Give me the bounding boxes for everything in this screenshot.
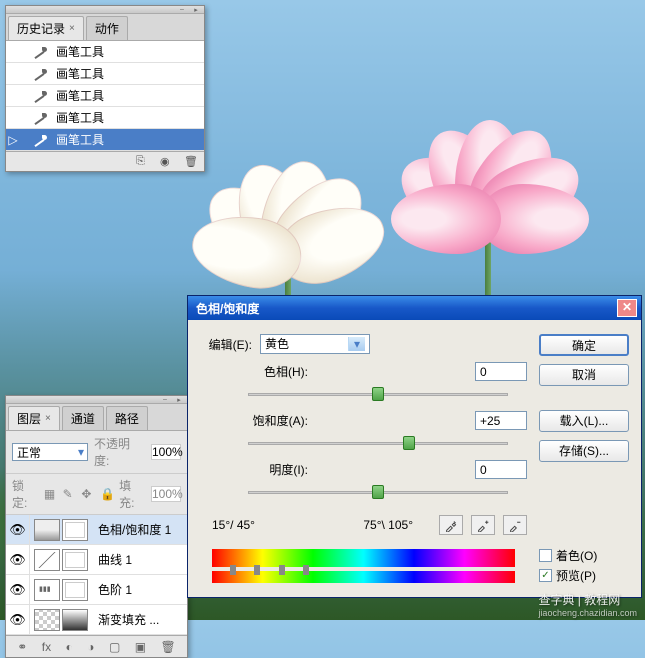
saturation-input[interactable] bbox=[475, 411, 527, 430]
lightness-slider[interactable] bbox=[248, 483, 508, 503]
panel-titlebar[interactable]: – ▸ bbox=[6, 6, 204, 14]
cancel-button[interactable]: 取消 bbox=[539, 364, 629, 386]
hue-spectrum-lower[interactable] bbox=[212, 571, 515, 583]
tab-paths[interactable]: 路径 bbox=[106, 406, 148, 430]
load-button[interactable]: 载入(L)... bbox=[539, 410, 629, 432]
dialog-titlebar[interactable]: 色相/饱和度 ✕ bbox=[188, 296, 641, 320]
fill-label: 填充: bbox=[119, 477, 146, 511]
expand-icon[interactable]: ▸ bbox=[173, 396, 185, 403]
colorize-checkbox[interactable] bbox=[539, 549, 552, 562]
eyedropper-plus-icon[interactable] bbox=[471, 515, 495, 535]
history-item[interactable]: 画笔工具 bbox=[6, 63, 204, 85]
ok-button[interactable]: 确定 bbox=[539, 334, 629, 356]
mask-thumbnail[interactable] bbox=[62, 519, 88, 541]
pink-lotus bbox=[390, 100, 570, 250]
link-icon[interactable]: ⚭ bbox=[17, 640, 27, 654]
blend-mode-select[interactable]: 正常 bbox=[12, 443, 88, 461]
lightness-input[interactable] bbox=[475, 460, 527, 479]
layers-panel: – ▸ 图层× 通道 路径 正常 不透明度: 100% 锁定: ▦ ✎ ✥ 🔒 … bbox=[5, 395, 188, 658]
fill-input[interactable]: 100% bbox=[151, 486, 181, 502]
edit-label: 编辑(E): bbox=[200, 336, 260, 353]
hue-slider[interactable] bbox=[248, 385, 508, 405]
layer-row[interactable]: 👁 色相/饱和度 1 bbox=[6, 515, 187, 545]
tab-channels[interactable]: 通道 bbox=[62, 406, 104, 430]
panel-titlebar[interactable]: – ▸ bbox=[6, 396, 187, 404]
snapshot-icon[interactable]: ⎘ bbox=[136, 155, 150, 169]
close-button[interactable]: ✕ bbox=[617, 299, 637, 317]
angle-range-2: 75°\ 105° bbox=[363, 518, 413, 532]
history-item-current[interactable]: ▷画笔工具 bbox=[6, 129, 204, 151]
watermark: 查字典 | 教程网 jiaocheng.chazidian.com bbox=[538, 591, 637, 618]
layer-name: 色相/饱和度 1 bbox=[92, 521, 187, 538]
opacity-label: 不透明度: bbox=[94, 435, 145, 469]
brush-icon bbox=[32, 88, 48, 104]
edit-select[interactable]: 黄色 bbox=[260, 334, 370, 354]
angle-range-1: 15°/ 45° bbox=[212, 518, 255, 532]
lock-pixels-icon[interactable]: ▦ bbox=[44, 487, 58, 501]
new-layer-icon[interactable]: ▣ bbox=[135, 640, 146, 654]
white-lotus bbox=[200, 140, 380, 290]
hue-saturation-dialog: 色相/饱和度 ✕ 编辑(E): 黄色 色相(H): 饱和度(A): 明度(I): bbox=[187, 295, 642, 598]
eyedropper-minus-icon[interactable] bbox=[503, 515, 527, 535]
mask-thumbnail[interactable] bbox=[62, 549, 88, 571]
current-marker-icon: ▷ bbox=[8, 133, 18, 147]
expand-icon[interactable]: ▸ bbox=[190, 6, 202, 13]
close-icon[interactable]: × bbox=[69, 23, 75, 34]
lightness-label: 明度(I): bbox=[200, 461, 320, 478]
hue-label: 色相(H): bbox=[200, 363, 320, 380]
history-item[interactable]: 画笔工具 bbox=[6, 41, 204, 63]
minimize-icon[interactable]: – bbox=[159, 396, 171, 403]
history-item[interactable]: 画笔工具 bbox=[6, 107, 204, 129]
layer-name: 曲线 1 bbox=[92, 551, 187, 568]
hue-input[interactable] bbox=[475, 362, 527, 381]
layer-thumbnail[interactable] bbox=[34, 579, 60, 601]
lock-label: 锁定: bbox=[12, 477, 39, 511]
mask-thumbnail[interactable] bbox=[62, 579, 88, 601]
history-panel: – ▸ 历史记录× 动作 画笔工具 画笔工具 画笔工具 画笔工具 ▷画笔工具 ⎘… bbox=[5, 5, 205, 172]
close-icon[interactable]: × bbox=[45, 413, 51, 424]
history-item[interactable]: 画笔工具 bbox=[6, 85, 204, 107]
eyedropper-icon[interactable] bbox=[439, 515, 463, 535]
folder-icon[interactable]: ▢ bbox=[109, 640, 120, 654]
fx-icon[interactable]: fx bbox=[42, 640, 51, 654]
tab-layers[interactable]: 图层× bbox=[8, 406, 60, 430]
minimize-icon[interactable]: – bbox=[176, 6, 188, 13]
visibility-icon[interactable]: 👁 bbox=[6, 575, 30, 604]
saturation-label: 饱和度(A): bbox=[200, 412, 320, 429]
visibility-icon[interactable]: 👁 bbox=[6, 515, 30, 544]
brush-icon bbox=[32, 110, 48, 126]
preview-label: 预览(P) bbox=[556, 567, 596, 584]
visibility-icon[interactable]: 👁 bbox=[6, 545, 30, 574]
layer-row[interactable]: 👁 渐变填充 ... bbox=[6, 605, 187, 635]
lock-all-icon[interactable]: 🔒 bbox=[100, 487, 114, 501]
dialog-title: 色相/饱和度 bbox=[196, 300, 259, 317]
save-button[interactable]: 存储(S)... bbox=[539, 440, 629, 462]
mask-icon[interactable]: ◐ bbox=[66, 640, 73, 654]
opacity-input[interactable]: 100% bbox=[151, 444, 181, 460]
layer-row[interactable]: 👁 色阶 1 bbox=[6, 575, 187, 605]
brush-icon bbox=[32, 66, 48, 82]
saturation-slider[interactable] bbox=[248, 434, 508, 454]
trash-icon[interactable]: 🗑 bbox=[184, 155, 198, 169]
new-snapshot-icon[interactable]: ◉ bbox=[160, 155, 174, 169]
lock-position-icon[interactable]: ✥ bbox=[81, 487, 95, 501]
colorize-label: 着色(O) bbox=[556, 547, 597, 564]
layer-name: 色阶 1 bbox=[92, 581, 187, 598]
layer-thumbnail[interactable] bbox=[34, 549, 60, 571]
preview-checkbox[interactable]: ✓ bbox=[539, 569, 552, 582]
brush-icon bbox=[32, 132, 48, 148]
tab-actions[interactable]: 动作 bbox=[86, 16, 128, 40]
brush-icon bbox=[32, 44, 48, 60]
tab-history[interactable]: 历史记录× bbox=[8, 16, 84, 40]
lock-brush-icon[interactable]: ✎ bbox=[63, 487, 77, 501]
trash-icon[interactable]: 🗑 bbox=[161, 640, 176, 654]
layer-thumbnail[interactable] bbox=[34, 519, 60, 541]
adjustment-icon[interactable]: ◑ bbox=[87, 640, 94, 654]
layer-row[interactable]: 👁 曲线 1 bbox=[6, 545, 187, 575]
